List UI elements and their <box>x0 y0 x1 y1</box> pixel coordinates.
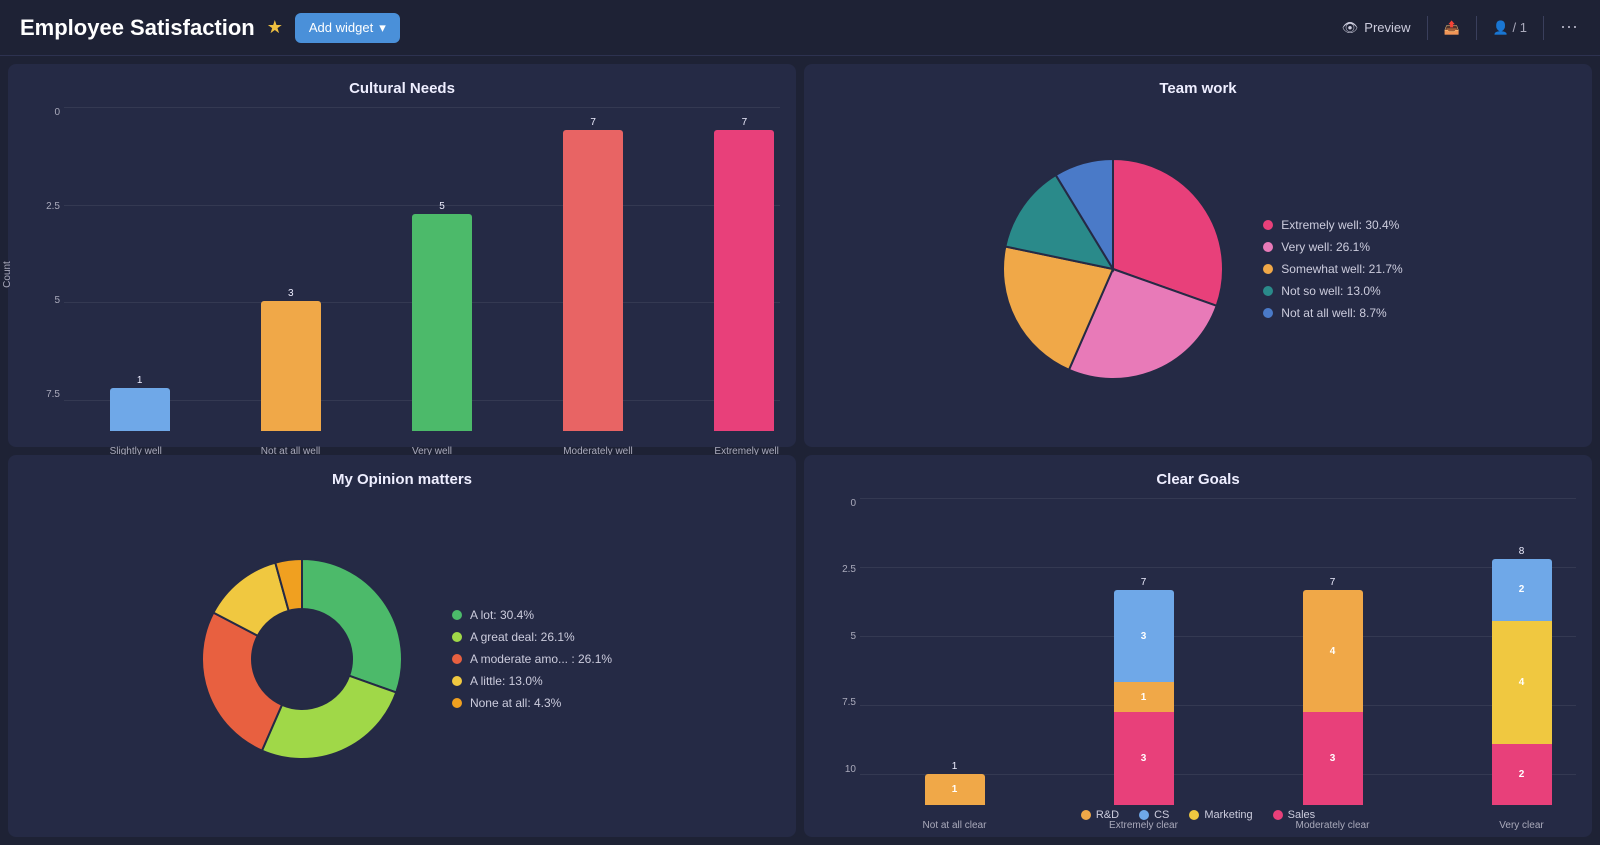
stacked-bars-group: 11Not at all clear7313Extremely clear734… <box>860 498 1600 806</box>
clear-goals-chart: 10 7.5 5 2.5 0 11Not at all clear7313Ext… <box>820 498 1576 822</box>
legend-item: A great deal: 26.1% <box>452 630 612 644</box>
legend-item: Extremely well: 30.4% <box>1263 218 1402 232</box>
y-axis-labels: 7.5 5 2.5 0 <box>24 107 60 401</box>
stacked-bar-item: 11Not at all clear <box>860 498 1049 806</box>
team-work-widget: Team work Extremely well: 30.4% Very well… <box>804 64 1592 447</box>
bar-item: 7Moderately well <box>518 107 669 431</box>
bars-group: 1Slightly well3Not at all well5Very well… <box>64 107 820 431</box>
add-widget-button[interactable]: Add widget ▾ <box>295 13 400 43</box>
divider <box>1427 16 1428 40</box>
legend-item: None at all: 4.3% <box>452 696 612 710</box>
bar-item: 1Slightly well <box>64 107 215 431</box>
cultural-needs-chart: 7.5 5 2.5 0 Count 1Slightly well3Not at … <box>24 107 780 431</box>
stacked-bar-item: 8242Very clear <box>1427 498 1600 806</box>
legend-item: A little: 13.0% <box>452 674 612 688</box>
legend-item: Not so well: 13.0% <box>1263 284 1402 298</box>
team-work-title: Team work <box>820 80 1576 97</box>
page-title: Employee Satisfaction <box>20 15 255 41</box>
my-opinion-title: My Opinion matters <box>24 471 780 488</box>
my-opinion-widget: My Opinion matters A lot: 30.4% A great d… <box>8 455 796 838</box>
opinion-legend: A lot: 30.4% A great deal: 26.1% A moderat… <box>452 608 612 710</box>
donut-chart <box>192 549 412 769</box>
bar-item: 3Not at all well <box>215 107 366 431</box>
cultural-needs-title: Cultural Needs <box>24 80 780 97</box>
y-axis-labels-goals: 10 7.5 5 2.5 0 <box>820 498 856 776</box>
preview-button[interactable]: 👁 Preview <box>1342 20 1411 36</box>
donut-svg <box>192 549 412 769</box>
more-options-icon[interactable]: ⋯ <box>1560 17 1580 38</box>
divider <box>1543 16 1544 40</box>
users-label: 👤 / 1 <box>1493 20 1527 36</box>
stacked-bar-item: 7313Extremely clear <box>1049 498 1238 806</box>
legend-item: Not at all well: 8.7% <box>1263 306 1402 320</box>
header: Employee Satisfaction ★ Add widget ▾ 👁 P… <box>0 0 1600 56</box>
legend-item: A moderate amo... : 26.1% <box>452 652 612 666</box>
stacked-bar-item: 734Moderately clear <box>1238 498 1427 806</box>
legend-item: Very well: 26.1% <box>1263 240 1402 254</box>
opinion-content: A lot: 30.4% A great deal: 26.1% A moderat… <box>24 498 780 822</box>
legend-item: Somewhat well: 21.7% <box>1263 262 1402 276</box>
stacked-chart-container: 10 7.5 5 2.5 0 11Not at all clear7313Ext… <box>820 498 1576 806</box>
bar-chart-container: 7.5 5 2.5 0 Count 1Slightly well3Not at … <box>24 107 780 431</box>
dashboard: Cultural Needs 7.5 5 2.5 0 Count <box>0 56 1600 845</box>
stacked-legend-item: Marketing <box>1189 809 1252 821</box>
eye-icon: 👁 <box>1342 20 1359 36</box>
pie-svg <box>993 149 1233 389</box>
cultural-needs-widget: Cultural Needs 7.5 5 2.5 0 Count <box>8 64 796 447</box>
header-left: Employee Satisfaction ★ Add widget ▾ <box>20 13 400 43</box>
team-work-legend: Extremely well: 30.4% Very well: 26.1% Som… <box>1263 218 1402 320</box>
legend-item: A lot: 30.4% <box>452 608 612 622</box>
share-icon[interactable]: 📤 <box>1444 20 1460 36</box>
clear-goals-title: Clear Goals <box>820 471 1576 488</box>
bar-item: 7Extremely well <box>669 107 820 431</box>
header-right: 👁 Preview 📤 👤 / 1 ⋯ <box>1342 16 1580 40</box>
divider <box>1476 16 1477 40</box>
teamwork-content: Extremely well: 30.4% Very well: 26.1% Som… <box>820 107 1576 431</box>
clear-goals-widget: Clear Goals 10 7.5 5 2.5 0 11N <box>804 455 1592 838</box>
pie-chart <box>993 149 1233 389</box>
favorite-icon[interactable]: ★ <box>267 17 283 38</box>
bar-item: 5Very well <box>366 107 517 431</box>
y-axis-title: Count <box>2 261 13 288</box>
chevron-down-icon: ▾ <box>379 20 386 36</box>
